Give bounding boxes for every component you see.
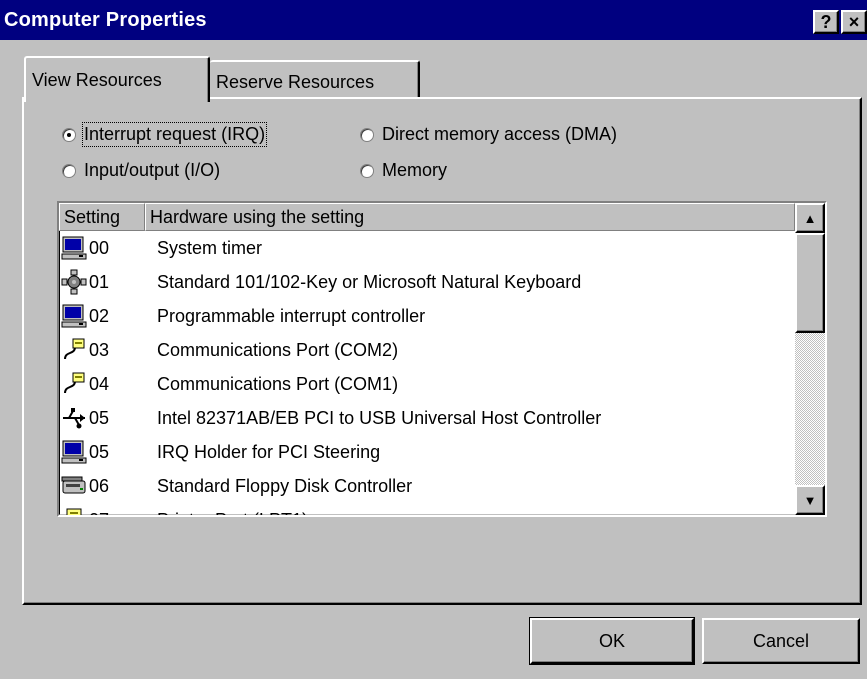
- row-hardware: Printer Port (LPT1): [153, 510, 308, 516]
- vertical-scrollbar[interactable]: ▲ ▼: [795, 203, 825, 515]
- table-row[interactable]: 04 Communications Port (COM1): [59, 367, 795, 401]
- ok-button[interactable]: OK: [529, 617, 695, 665]
- computer-icon: [61, 235, 87, 261]
- scroll-thumb[interactable]: [795, 233, 825, 333]
- table-row[interactable]: 01 Standard 101/102-Key or Microsoft Natu…: [59, 265, 795, 299]
- row-hardware: Communications Port (COM2): [157, 339, 399, 360]
- list-header: Setting Hardware using the setting: [59, 203, 795, 231]
- row-hardware: System timer: [157, 237, 263, 258]
- tab-view-resources[interactable]: View Resources: [24, 56, 210, 102]
- floppy-controller-icon: [61, 473, 87, 499]
- row-hardware: Standard 101/102-Key or Microsoft Natura…: [157, 271, 582, 292]
- tab-reserve-resources[interactable]: Reserve Resources: [210, 60, 420, 98]
- radio-memory[interactable]: Memory: [360, 160, 447, 181]
- row-hardware: Standard Floppy Disk Controller: [157, 475, 413, 496]
- radio-dma[interactable]: Direct memory access (DMA): [360, 124, 617, 145]
- table-row[interactable]: 05 IRQ Holder for PCI Steering: [59, 435, 795, 469]
- table-row[interactable]: 03 Communications Port (COM2): [59, 333, 795, 367]
- table-row[interactable]: 02 Programmable interrupt controller: [59, 299, 795, 333]
- radio-io-indicator[interactable]: [62, 163, 76, 178]
- radio-memory-label: Memory: [382, 160, 448, 180]
- column-header-setting[interactable]: Setting: [59, 203, 145, 231]
- table-row[interactable]: 05 Intel 82371AB/EB PCI to USB Universal …: [59, 401, 795, 435]
- row-setting: 03: [89, 339, 110, 360]
- computer-icon: [61, 303, 87, 329]
- radio-irq-indicator[interactable]: [62, 127, 76, 142]
- usb-icon: [61, 405, 87, 431]
- row-hardware: Communications Port (COM1): [157, 373, 399, 394]
- port-icon: [61, 337, 87, 363]
- row-hardware: Intel 82371AB/EB PCI to USB Universal Ho…: [157, 407, 602, 428]
- computer-icon: [61, 439, 87, 465]
- radio-irq[interactable]: Interrupt request (IRQ): [62, 122, 268, 147]
- keyboard-icon: [61, 269, 87, 295]
- window-title: Computer Properties: [4, 9, 207, 31]
- row-setting: 00: [89, 237, 110, 258]
- radio-dma-label: Direct memory access (DMA): [382, 124, 618, 144]
- printer-port-icon: [61, 507, 87, 515]
- row-setting: 07: [87, 510, 153, 516]
- radio-dma-indicator[interactable]: [360, 127, 374, 142]
- row-setting: 01: [89, 271, 110, 292]
- help-button[interactable]: ?: [813, 10, 839, 34]
- radio-memory-indicator[interactable]: [360, 163, 374, 178]
- row-hardware: IRQ Holder for PCI Steering: [157, 441, 381, 462]
- close-button[interactable]: ×: [841, 10, 867, 34]
- row-setting: 06: [89, 475, 110, 496]
- scroll-down-button[interactable]: ▼: [795, 485, 825, 515]
- row-setting: 05: [89, 407, 110, 428]
- scroll-up-button[interactable]: ▲: [795, 203, 825, 233]
- resource-list[interactable]: Setting Hardware using the setting 00 Sys…: [57, 201, 827, 517]
- row-setting: 05: [89, 441, 110, 462]
- row-hardware: Programmable interrupt controller: [157, 305, 426, 326]
- title-bar[interactable]: Computer Properties ? ×: [0, 0, 867, 40]
- list-rows: 00 System timer 01 Standard 101/102-Key or …: [59, 231, 795, 516]
- radio-io[interactable]: Input/output (I/O): [62, 160, 220, 181]
- table-row[interactable]: 00 System timer: [59, 231, 795, 265]
- table-row[interactable]: 06 Standard Floppy Disk Controller: [59, 469, 795, 503]
- row-setting: 04: [89, 373, 110, 394]
- column-header-hardware[interactable]: Hardware using the setting: [145, 203, 795, 231]
- radio-io-label: Input/output (I/O): [84, 160, 221, 180]
- radio-irq-label: Interrupt request (IRQ): [81, 122, 268, 147]
- table-row[interactable]: 07Printer Port (LPT1): [59, 503, 795, 516]
- port-icon: [61, 371, 87, 397]
- row-setting: 02: [89, 305, 110, 326]
- cancel-button[interactable]: Cancel: [702, 618, 860, 664]
